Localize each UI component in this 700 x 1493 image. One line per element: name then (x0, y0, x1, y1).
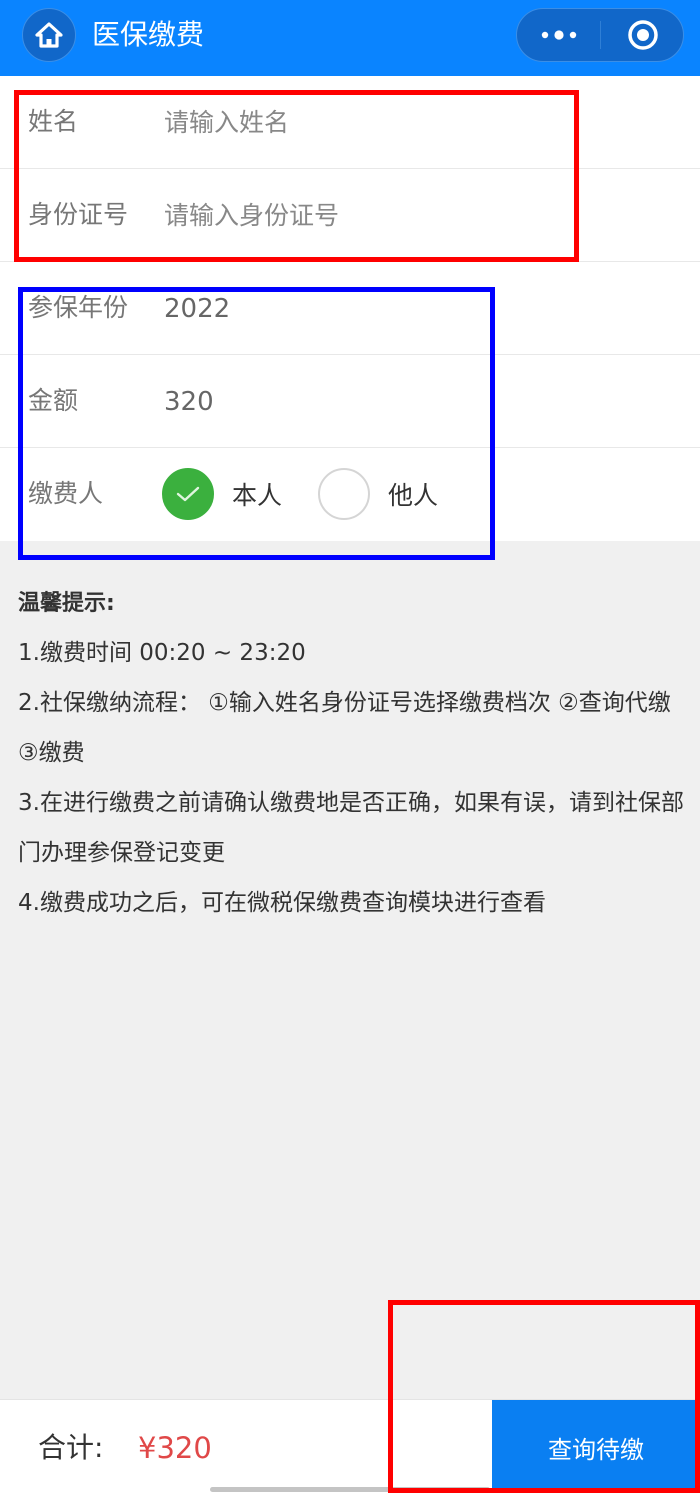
total-value: ¥320 (138, 1431, 212, 1465)
amount-value: 320 (164, 387, 214, 417)
id-number-row: 身份证号 (0, 169, 700, 262)
tip-item: 1.缴费时间 00:20 ~ 23:20 (18, 640, 306, 666)
query-pending-button[interactable]: 查询待缴 (492, 1400, 700, 1493)
id-number-label: 身份证号 (28, 200, 129, 229)
tip-item: 2.社保缴纳流程： ①输入姓名身份证号选择缴费档次 ②查询代缴 ③缴费 (18, 690, 671, 766)
navigation-bar: 医保缴费 (0, 0, 700, 76)
name-label: 姓名 (28, 107, 79, 136)
year-label: 参保年份 (28, 293, 129, 322)
target-close-icon (628, 20, 658, 50)
tip-item: 3.在进行缴费之前请确认缴费地是否正确，如果有误，请到社保部门办理参保登记变更 (18, 790, 684, 866)
payer-option-self-label: 本人 (232, 481, 283, 510)
checkmark-icon (176, 486, 200, 502)
total-label: 合计: (38, 1431, 104, 1464)
home-icon (35, 22, 63, 48)
name-input[interactable] (164, 102, 644, 142)
tips-title: 温馨提示: (18, 591, 115, 616)
year-value: 2022 (164, 294, 231, 324)
payer-option-other[interactable]: 他人 (318, 468, 438, 520)
more-dots-icon (541, 30, 577, 40)
payer-row: 缴费人 本人 他人 (0, 448, 700, 541)
mini-program-capsule (516, 8, 684, 62)
home-button[interactable] (22, 8, 76, 62)
radio-checked[interactable] (162, 468, 214, 520)
payer-radio-group: 本人 他人 (162, 468, 474, 520)
payer-option-self[interactable]: 本人 (162, 468, 282, 520)
tips-section: 温馨提示: 1.缴费时间 00:20 ~ 23:20 2.社保缴纳流程： ①输入… (18, 588, 688, 928)
close-button[interactable] (601, 9, 685, 61)
amount-row: 金额 320 (0, 355, 700, 448)
id-number-input[interactable] (164, 195, 644, 235)
tip-item: 4.缴费成功之后，可在微税保缴费查询模块进行查看 (18, 890, 546, 916)
payer-option-other-label: 他人 (388, 481, 439, 510)
payer-label: 缴费人 (28, 479, 104, 508)
home-indicator (210, 1487, 490, 1492)
payment-form: 姓名 身份证号 参保年份 2022 金额 320 缴费人 本人 他人 (0, 76, 700, 541)
more-button[interactable] (517, 9, 601, 61)
amount-label: 金额 (28, 386, 79, 415)
year-row: 参保年份 2022 (0, 262, 700, 355)
page-title: 医保缴费 (92, 18, 205, 51)
name-row: 姓名 (0, 76, 700, 169)
footer-bar: 合计: ¥320 查询待缴 (0, 1399, 700, 1493)
radio-unchecked[interactable] (318, 468, 371, 520)
